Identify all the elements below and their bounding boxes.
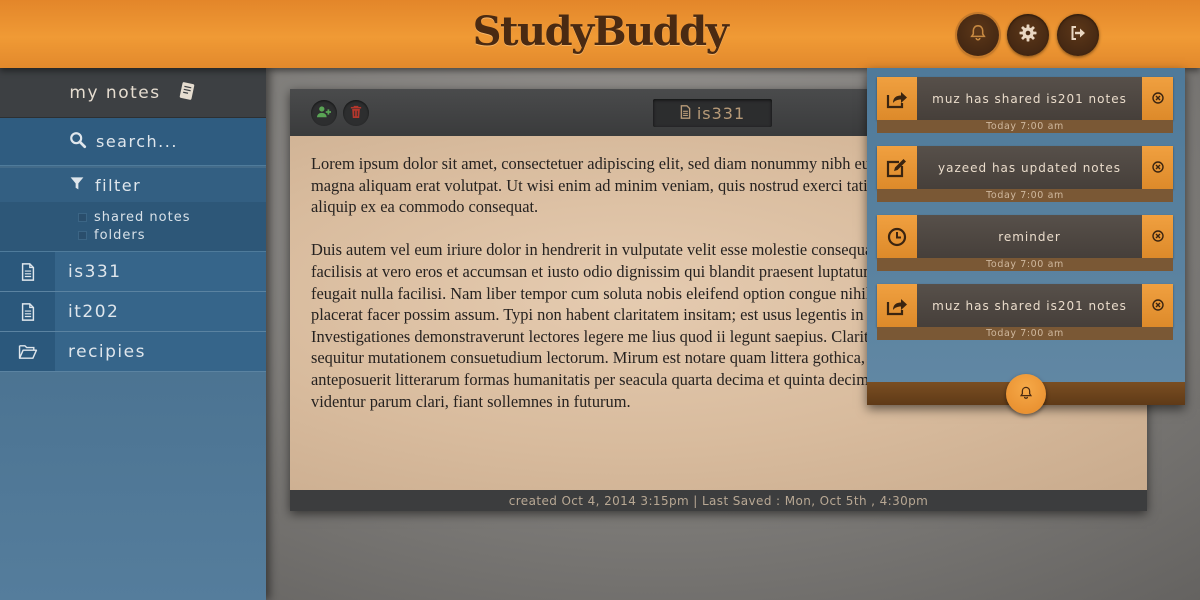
notification-item[interactable]: reminder Today 7:00 am xyxy=(877,215,1173,271)
notification-item[interactable]: yazeed has updated notes Today 7:00 am xyxy=(877,146,1173,202)
sidebar-item-label: recipies xyxy=(68,341,146,362)
notification-time: Today 7:00 am xyxy=(877,258,1173,271)
notification-text: reminder xyxy=(917,215,1142,258)
checkbox[interactable] xyxy=(78,212,87,222)
edit-icon xyxy=(877,146,917,189)
sidebar-title: my notes xyxy=(69,82,161,103)
note-title-label: is331 xyxy=(696,103,746,123)
trash-icon xyxy=(350,104,362,123)
share-icon xyxy=(877,284,917,327)
dismiss-button[interactable] xyxy=(1142,284,1173,327)
settings-button[interactable] xyxy=(1007,14,1049,56)
filter-option-shared-notes[interactable]: shared notes xyxy=(78,208,266,226)
app-header: StudyBuddy xyxy=(0,0,1200,68)
close-circle-icon xyxy=(1151,158,1164,177)
notification-time: Today 7:00 am xyxy=(877,120,1173,133)
notifications-button[interactable] xyxy=(957,14,999,56)
document-icon xyxy=(0,252,55,291)
clock-icon xyxy=(877,215,917,258)
filter-option-label: shared notes xyxy=(94,209,191,225)
close-circle-icon xyxy=(1151,296,1164,315)
sidebar-header: my notes xyxy=(0,68,266,118)
search-icon xyxy=(69,131,87,153)
bell-icon xyxy=(969,24,987,46)
sidebar: my notes search... filter shared notes f… xyxy=(0,68,266,600)
dismiss-button[interactable] xyxy=(1142,146,1173,189)
document-icon xyxy=(0,292,55,331)
checkbox[interactable] xyxy=(78,230,87,240)
bell-icon xyxy=(1019,385,1033,404)
search-input[interactable]: search... xyxy=(0,118,266,166)
sidebar-item-recipies[interactable]: recipies xyxy=(0,332,266,372)
sidebar-item-it202[interactable]: it202 xyxy=(0,292,266,332)
notification-item[interactable]: muz has shared is201 notes Today 7:00 am xyxy=(877,284,1173,340)
dismiss-button[interactable] xyxy=(1142,77,1173,120)
logout-button[interactable] xyxy=(1057,14,1099,56)
filter-options: shared notes folders xyxy=(0,202,266,252)
notification-text: yazeed has updated notes xyxy=(917,146,1142,189)
close-circle-icon xyxy=(1151,227,1164,246)
add-user-icon xyxy=(316,104,332,123)
filter-toggle[interactable]: filter xyxy=(0,168,266,202)
notification-time: Today 7:00 am xyxy=(877,189,1173,202)
notebook-icon xyxy=(177,81,197,105)
gear-icon xyxy=(1018,23,1038,47)
filter-option-label: folders xyxy=(94,227,146,243)
notification-text: muz has shared is201 notes xyxy=(917,77,1142,120)
sidebar-item-is331[interactable]: is331 xyxy=(0,252,266,292)
search-placeholder: search... xyxy=(96,132,178,151)
filter-icon xyxy=(69,175,85,195)
dismiss-button[interactable] xyxy=(1142,215,1173,258)
sidebar-item-label: is331 xyxy=(68,261,122,282)
logout-icon xyxy=(1068,23,1088,47)
filter-option-folders[interactable]: folders xyxy=(78,226,266,244)
filter-label: filter xyxy=(95,175,142,195)
notification-item[interactable]: muz has shared is201 notes Today 7:00 am xyxy=(877,77,1173,133)
notification-time: Today 7:00 am xyxy=(877,327,1173,340)
notifications-collapse-button[interactable] xyxy=(1006,374,1046,414)
delete-note-button[interactable] xyxy=(343,100,369,126)
notification-text: muz has shared is201 notes xyxy=(917,284,1142,327)
close-circle-icon xyxy=(1151,89,1164,108)
note-footer: created Oct 4, 2014 3:15pm | Last Saved … xyxy=(290,490,1147,511)
share-icon xyxy=(877,77,917,120)
notifications-panel: muz has shared is201 notes Today 7:00 am… xyxy=(867,68,1185,414)
document-icon xyxy=(680,104,691,123)
sidebar-item-label: it202 xyxy=(68,301,120,322)
share-user-button[interactable] xyxy=(311,100,337,126)
folder-open-icon xyxy=(0,332,55,371)
note-title[interactable]: is331 xyxy=(653,99,772,127)
